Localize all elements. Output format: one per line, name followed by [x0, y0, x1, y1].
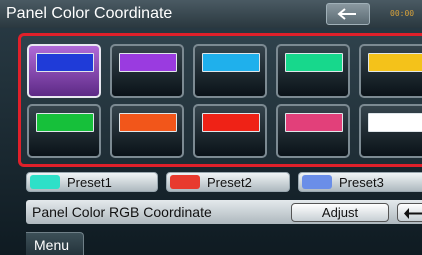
preset3-button[interactable]: Preset3 — [298, 172, 422, 192]
color-swatch-9[interactable] — [276, 104, 350, 158]
color-swatch-4[interactable] — [276, 44, 350, 98]
preset-label: Preset1 — [67, 175, 112, 190]
arrow-icon — [404, 208, 422, 219]
color-swatch-2[interactable] — [110, 44, 184, 98]
color-swatch-5[interactable] — [359, 44, 422, 98]
color-swatch-1[interactable] — [27, 44, 101, 98]
color-bar — [285, 53, 343, 72]
rgb-coordinate-label: Panel Color RGB Coordinate — [32, 204, 212, 220]
back-arrow-icon — [337, 8, 356, 20]
color-swatch-3[interactable] — [193, 44, 267, 98]
preset-color-chip — [30, 175, 60, 189]
color-bar — [36, 113, 94, 132]
color-bar — [119, 53, 177, 72]
preset-color-chip — [302, 175, 332, 189]
color-bar — [285, 113, 343, 132]
color-swatch-6[interactable] — [27, 104, 101, 158]
preset-color-chip — [170, 175, 200, 189]
back-button[interactable] — [326, 3, 370, 25]
color-bar — [202, 53, 260, 72]
scroll-button[interactable] — [397, 203, 422, 222]
header-bar: Panel Color Coordinate 00:00 — [0, 0, 422, 28]
clock-text: 00:00 — [390, 9, 415, 18]
color-swatch-8[interactable] — [193, 104, 267, 158]
color-bar — [368, 53, 422, 72]
preset-label: Preset3 — [339, 175, 384, 190]
page-title: Panel Color Coordinate — [6, 5, 173, 22]
menu-button[interactable]: Menu — [26, 232, 84, 255]
color-bar — [202, 113, 260, 132]
adjust-button[interactable]: Adjust — [291, 203, 389, 222]
color-swatch-10[interactable] — [359, 104, 422, 158]
color-bar — [36, 53, 94, 72]
preset1-button[interactable]: Preset1 — [26, 172, 158, 192]
color-bar — [368, 113, 422, 132]
color-swatch-7[interactable] — [110, 104, 184, 158]
color-palette — [18, 33, 422, 167]
preset2-button[interactable]: Preset2 — [166, 172, 290, 192]
panel-color-screen: Panel Color Coordinate 00:00 Preset1 Pre… — [0, 0, 422, 255]
color-bar — [119, 113, 177, 132]
preset-label: Preset2 — [207, 175, 252, 190]
